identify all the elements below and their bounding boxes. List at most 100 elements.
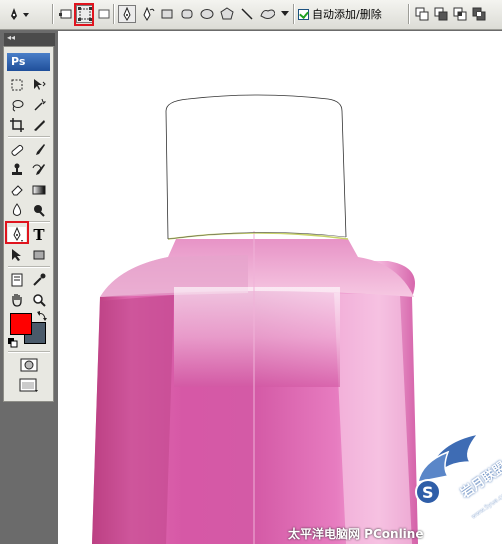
move-tool[interactable] xyxy=(30,77,48,93)
history-brush-icon xyxy=(32,164,45,175)
rounded-rectangle-button[interactable] xyxy=(178,5,196,23)
shape-layers-icon xyxy=(59,9,72,19)
exclude-overlap-button[interactable] xyxy=(470,5,488,23)
shape-layers-button[interactable] xyxy=(57,5,75,23)
freeform-pen-icon xyxy=(143,7,155,21)
default-colors-icon[interactable] xyxy=(8,338,18,351)
custom-shape-icon xyxy=(260,9,275,19)
ellipse-button[interactable] xyxy=(198,5,216,23)
polygon-button[interactable] xyxy=(218,5,236,23)
add-to-path-icon xyxy=(415,7,429,21)
rectangle-shape-icon xyxy=(33,250,45,260)
rectangle-icon xyxy=(161,9,173,19)
notes-tool[interactable] xyxy=(8,272,26,288)
pen-icon xyxy=(123,7,131,21)
gradient-tool[interactable] xyxy=(30,182,48,198)
clone-stamp-icon xyxy=(12,163,22,175)
separator xyxy=(113,4,114,24)
dodge-icon xyxy=(34,205,45,217)
checkbox-checked-icon xyxy=(298,8,309,20)
gradient-icon xyxy=(32,185,46,195)
pen-tool-preset-picker[interactable] xyxy=(6,5,32,23)
move-icon xyxy=(34,79,46,90)
ps-logo[interactable]: Ps xyxy=(7,53,50,71)
auto-add-delete-checkbox[interactable]: 自动添加/删除 xyxy=(298,7,382,21)
fill-pixels-button[interactable] xyxy=(95,5,113,23)
eyedropper-icon xyxy=(33,273,46,286)
subtract-from-path-button[interactable] xyxy=(432,5,450,23)
crop-icon xyxy=(10,118,24,132)
separator xyxy=(408,4,409,24)
paths-highlight-box xyxy=(74,3,94,26)
notes-icon xyxy=(11,273,23,287)
intersect-path-button[interactable] xyxy=(451,5,469,23)
eyedropper-tool[interactable] xyxy=(30,272,48,288)
separator xyxy=(8,136,50,137)
type-icon: T xyxy=(33,226,45,244)
polygon-icon xyxy=(220,7,234,20)
separator xyxy=(52,4,53,24)
zoom-icon xyxy=(33,294,46,307)
subtract-from-path-icon xyxy=(434,7,448,21)
line-button[interactable] xyxy=(238,5,256,23)
hand-tool[interactable] xyxy=(8,292,26,308)
watermark-text: 太平洋电脑网 PConline xyxy=(288,527,424,541)
auto-add-delete-label: 自动添加/删除 xyxy=(312,8,382,21)
dropdown-arrow-icon xyxy=(281,11,289,16)
hand-icon xyxy=(12,294,22,307)
site-logo-icon: S xyxy=(415,432,480,505)
slice-tool[interactable] xyxy=(30,117,48,133)
document-canvas[interactable]: S 岩月联盟 www.5yue.com 太平洋电脑网 PConline xyxy=(58,31,502,544)
marquee-tool[interactable] xyxy=(8,77,26,93)
path-selection-icon xyxy=(12,249,21,261)
exclude-overlap-icon xyxy=(472,7,486,21)
toolbox-header[interactable]: ◂◂ xyxy=(4,33,55,46)
svg-text:S: S xyxy=(422,483,434,502)
intersect-path-icon xyxy=(453,7,467,21)
healing-brush-icon xyxy=(11,144,24,156)
screen-mode-icon xyxy=(19,378,38,392)
rectangle-button[interactable] xyxy=(158,5,176,23)
blur-drop-icon xyxy=(12,203,22,216)
screen-mode-button[interactable] xyxy=(19,377,39,393)
pen-tool-icon xyxy=(11,8,29,20)
pen-button[interactable] xyxy=(118,5,136,23)
quick-mask-button[interactable] xyxy=(19,357,39,373)
magic-wand-icon xyxy=(34,98,46,111)
separator xyxy=(8,266,50,267)
pen-tool-highlight-box xyxy=(5,221,29,244)
blur-tool[interactable] xyxy=(8,202,26,218)
crop-tool[interactable] xyxy=(8,117,26,133)
collapse-icon: ◂◂ xyxy=(7,33,16,42)
custom-shape-button[interactable] xyxy=(258,5,276,23)
quick-mask-icon xyxy=(20,358,38,372)
foreground-color-swatch[interactable] xyxy=(10,313,32,335)
lasso-icon xyxy=(12,100,24,112)
lasso-tool[interactable] xyxy=(8,97,26,113)
eraser-icon xyxy=(11,185,23,196)
magic-wand-tool[interactable] xyxy=(30,97,48,113)
add-to-path-button[interactable] xyxy=(413,5,431,23)
freeform-pen-button[interactable] xyxy=(139,5,157,23)
brush-icon xyxy=(36,144,45,155)
rounded-rectangle-icon xyxy=(181,9,193,19)
ellipse-icon xyxy=(200,9,214,19)
separator xyxy=(8,351,50,352)
slice-icon xyxy=(34,120,45,131)
line-icon xyxy=(241,8,253,20)
eraser-tool[interactable] xyxy=(8,182,26,198)
healing-brush-tool[interactable] xyxy=(8,142,26,158)
separator xyxy=(293,4,294,24)
path-selection-tool[interactable] xyxy=(8,247,26,263)
dodge-tool[interactable] xyxy=(30,202,48,218)
brush-tool[interactable] xyxy=(30,142,48,158)
shape-dropdown[interactable] xyxy=(280,5,290,23)
toolbox: ◂◂ Ps T xyxy=(3,33,55,402)
zoom-tool[interactable] xyxy=(30,292,48,308)
type-tool[interactable]: T xyxy=(30,226,48,244)
options-bar: 自动添加/删除 xyxy=(0,0,502,30)
history-brush-tool[interactable] xyxy=(30,162,48,178)
clone-stamp-tool[interactable] xyxy=(8,162,26,178)
fill-pixels-icon xyxy=(98,9,110,19)
rectangle-shape-tool[interactable] xyxy=(30,247,48,263)
